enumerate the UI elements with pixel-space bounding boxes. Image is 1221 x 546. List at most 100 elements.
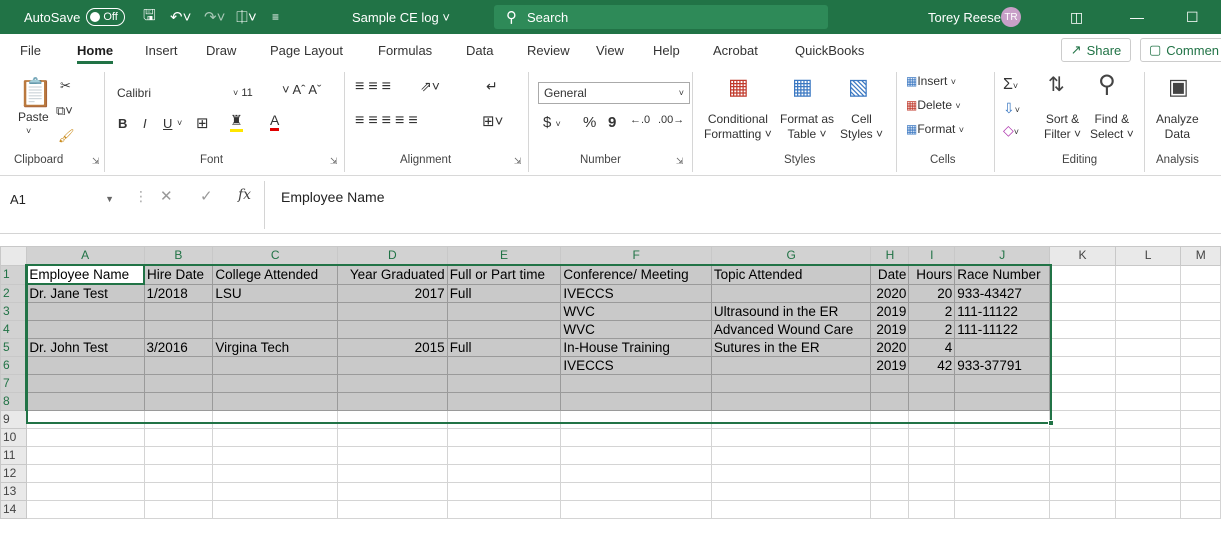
column-header-b[interactable]: B — [143, 246, 214, 266]
cell-f2[interactable]: IVECCS — [560, 283, 712, 303]
autosave-toggle[interactable]: Off — [86, 8, 125, 26]
cell-h12[interactable] — [870, 464, 910, 483]
column-header-e[interactable]: E — [446, 246, 562, 266]
fill-handle[interactable] — [1048, 420, 1054, 426]
cell-m3[interactable] — [1180, 302, 1221, 321]
cell-e14[interactable] — [446, 500, 562, 519]
cell-c8[interactable] — [212, 392, 338, 411]
tab-review[interactable]: Review — [527, 43, 570, 58]
document-title[interactable]: Sample CE log ˅ — [352, 0, 450, 34]
cell-j13[interactable] — [954, 482, 1051, 501]
alignment-launcher-icon[interactable]: ⇲ — [514, 156, 522, 167]
cell-d3[interactable] — [336, 302, 448, 321]
cell-d11[interactable] — [336, 446, 448, 465]
cell-j6[interactable]: 933-37791 — [954, 356, 1051, 375]
row-header[interactable]: 11 — [0, 446, 27, 465]
cut-icon[interactable]: ✂ — [60, 78, 71, 94]
cell-k11[interactable] — [1049, 446, 1116, 465]
formula-input[interactable]: Employee Name — [264, 181, 1221, 229]
cell-e8[interactable] — [446, 392, 562, 411]
column-header-m[interactable]: M — [1180, 246, 1221, 266]
cell-b9[interactable] — [143, 410, 214, 429]
cell-a9[interactable] — [25, 410, 145, 429]
cell-d6[interactable] — [336, 356, 448, 375]
cell-a13[interactable] — [25, 482, 145, 501]
cell-c13[interactable] — [212, 482, 338, 501]
font-grow-shrink-icon[interactable]: ˅ Aˆ Aˇ — [282, 82, 321, 97]
tab-home[interactable]: Home — [77, 43, 114, 64]
cell-i3[interactable]: 2 — [908, 302, 956, 321]
cell-f4[interactable]: WVC — [560, 320, 712, 339]
decrease-decimal-icon[interactable]: .00→ — [658, 114, 684, 126]
cell-e3[interactable] — [446, 302, 562, 321]
row-header[interactable]: 14 — [0, 500, 27, 519]
cell-b5[interactable]: 3/2016 — [143, 338, 214, 357]
cell-m2[interactable] — [1180, 283, 1221, 303]
cell-d9[interactable] — [336, 410, 448, 429]
cell-h11[interactable] — [870, 446, 910, 465]
clear-icon[interactable]: ◇˅ — [1003, 122, 1019, 139]
cell-a14[interactable] — [25, 500, 145, 519]
cell-m7[interactable] — [1180, 374, 1221, 393]
paste-dropdown-icon[interactable]: ˅ — [26, 126, 31, 136]
search-box[interactable]: ⚲ Search — [494, 5, 828, 29]
cell-b12[interactable] — [143, 464, 214, 483]
cell-h2[interactable]: 2020 — [870, 283, 910, 303]
cell-e13[interactable] — [446, 482, 562, 501]
cell-l10[interactable] — [1114, 428, 1182, 447]
cell-l3[interactable] — [1114, 302, 1182, 321]
cell-j4[interactable]: 111-11122 — [954, 320, 1051, 339]
italic-button[interactable]: I — [143, 116, 147, 131]
cell-g6[interactable] — [710, 356, 872, 375]
cell-a3[interactable] — [25, 302, 145, 321]
cell-f8[interactable] — [560, 392, 712, 411]
ribbon-display-icon[interactable]: ◫ — [1070, 0, 1083, 34]
cell-k12[interactable] — [1049, 464, 1116, 483]
row-header[interactable]: 13 — [0, 482, 27, 501]
cell-e7[interactable] — [446, 374, 562, 393]
cell-h10[interactable] — [870, 428, 910, 447]
row-header[interactable]: 7 — [0, 374, 28, 393]
redo-icon[interactable]: ↷˅ — [204, 0, 225, 34]
format-painter-icon[interactable]: 🖌 — [58, 128, 75, 144]
cell-k7[interactable] — [1049, 374, 1116, 393]
cell-h6[interactable]: 2019 — [870, 356, 910, 375]
cell-b4[interactable] — [143, 320, 214, 339]
clipboard-launcher-icon[interactable]: ⇲ — [92, 156, 100, 167]
font-launcher-icon[interactable]: ⇲ — [330, 156, 338, 167]
cell-j8[interactable] — [954, 392, 1051, 411]
cell-m5[interactable] — [1180, 338, 1221, 357]
cell-b3[interactable] — [143, 302, 214, 321]
cell-h1[interactable]: Date — [870, 264, 910, 285]
cell-f3[interactable]: WVC — [560, 302, 712, 321]
quick-access-icon[interactable]: ⎅˅ — [236, 0, 257, 34]
cell-d2[interactable]: 2017 — [336, 283, 448, 303]
minimize-icon[interactable]: — — [1130, 0, 1144, 34]
column-header-a[interactable]: A — [25, 246, 145, 266]
cell-l1[interactable] — [1114, 264, 1182, 285]
row-header[interactable]: 9 — [0, 410, 27, 429]
cell-l5[interactable] — [1114, 338, 1182, 357]
cell-j11[interactable] — [954, 446, 1051, 465]
cell-l13[interactable] — [1114, 482, 1182, 501]
bold-button[interactable]: B — [118, 116, 127, 131]
column-header-c[interactable]: C — [212, 246, 338, 266]
cell-f5[interactable]: In-House Training — [560, 338, 712, 357]
cell-e12[interactable] — [446, 464, 562, 483]
insert-cells-button[interactable]: ▦Insert ˅ — [906, 74, 956, 88]
analyze-data-button[interactable]: Analyze Data — [1156, 112, 1199, 142]
row-header[interactable]: 6 — [0, 356, 28, 375]
sort-filter-button[interactable]: Sort & Filter ˅ — [1044, 112, 1081, 142]
cell-l7[interactable] — [1114, 374, 1182, 393]
cell-j5[interactable] — [954, 338, 1051, 357]
avatar[interactable]: TR — [1001, 7, 1021, 27]
tab-help[interactable]: Help — [653, 43, 680, 58]
cell-g1[interactable]: Topic Attended — [710, 264, 872, 285]
cell-c10[interactable] — [212, 428, 338, 447]
cancel-icon[interactable]: ✕ — [160, 187, 173, 205]
cell-j2[interactable]: 933-43427 — [954, 283, 1051, 303]
cell-k14[interactable] — [1049, 500, 1116, 519]
cell-a8[interactable] — [25, 392, 145, 411]
cell-k1[interactable] — [1049, 264, 1116, 285]
insert-function-button[interactable]: fx — [238, 187, 251, 203]
